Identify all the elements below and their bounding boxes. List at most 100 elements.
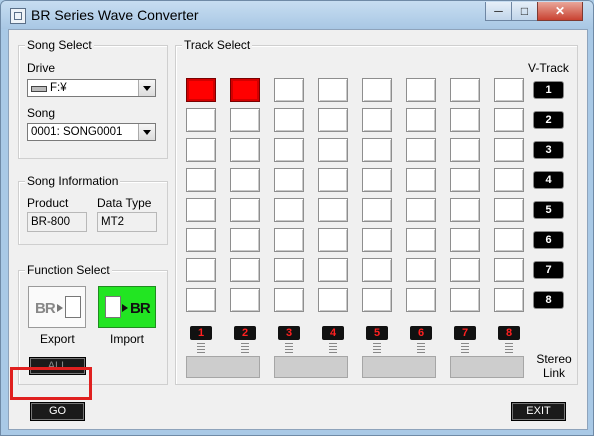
track-cell[interactable] (450, 228, 480, 252)
track-cell[interactable] (494, 168, 524, 192)
track-cell[interactable] (230, 168, 260, 192)
close-button[interactable]: ✕ (537, 2, 583, 21)
product-label: Product (27, 196, 69, 210)
stereo-link-label: Stereo Link (536, 352, 572, 380)
track-cell[interactable] (274, 138, 304, 162)
app-icon (10, 8, 26, 24)
track-cell[interactable] (230, 198, 260, 222)
link-tick (505, 349, 513, 350)
chevron-down-icon[interactable] (138, 80, 155, 96)
track-cell[interactable] (230, 228, 260, 252)
track-cell[interactable] (186, 78, 216, 102)
track-cell[interactable] (318, 288, 348, 312)
track-cell[interactable] (318, 138, 348, 162)
track-cell[interactable] (494, 228, 524, 252)
track-cell[interactable] (362, 228, 392, 252)
go-button[interactable]: GO (30, 402, 85, 421)
track-cell[interactable] (406, 258, 436, 282)
track-cell[interactable] (494, 108, 524, 132)
track-cell[interactable] (406, 138, 436, 162)
track-cell[interactable] (450, 198, 480, 222)
link-tick (285, 352, 293, 353)
track-cell[interactable] (406, 228, 436, 252)
track-cell[interactable] (362, 168, 392, 192)
track-cell[interactable] (406, 78, 436, 102)
track-cell[interactable] (186, 168, 216, 192)
track-cell[interactable] (494, 78, 524, 102)
link-tick (505, 343, 513, 344)
track-cell[interactable] (494, 138, 524, 162)
drive-select[interactable]: F:¥ (27, 79, 156, 97)
track-cell[interactable] (450, 138, 480, 162)
track-cell[interactable] (274, 228, 304, 252)
chevron-down-icon[interactable] (138, 124, 155, 140)
song-select[interactable]: 0001: SONG0001 (27, 123, 156, 141)
exit-button[interactable]: EXIT (511, 402, 566, 421)
track-cell[interactable] (494, 198, 524, 222)
track-cell[interactable] (230, 108, 260, 132)
track-cell[interactable] (450, 258, 480, 282)
vtrack-number: 8 (534, 292, 563, 308)
stereo-link-toggle[interactable] (362, 356, 436, 378)
track-cell[interactable] (230, 258, 260, 282)
track-cell[interactable] (494, 288, 524, 312)
track-cell[interactable] (186, 258, 216, 282)
track-cell[interactable] (186, 288, 216, 312)
track-cell[interactable] (450, 108, 480, 132)
track-cell[interactable] (494, 258, 524, 282)
track-cell[interactable] (186, 138, 216, 162)
stereo-link-toggle[interactable] (186, 356, 260, 378)
vtrack-number: 6 (534, 232, 563, 248)
track-cell[interactable] (186, 108, 216, 132)
import-button[interactable]: BR (98, 286, 156, 328)
track-cell[interactable] (362, 138, 392, 162)
link-tick (417, 349, 425, 350)
track-cell[interactable] (274, 78, 304, 102)
track-cell[interactable] (274, 258, 304, 282)
track-cell[interactable] (362, 198, 392, 222)
track-cell[interactable] (406, 168, 436, 192)
track-cell[interactable] (274, 168, 304, 192)
track-cell[interactable] (230, 138, 260, 162)
vtrack-label: V-Track (528, 61, 569, 75)
track-cell[interactable] (230, 78, 260, 102)
track-cell[interactable] (406, 108, 436, 132)
link-tick (241, 349, 249, 350)
export-button[interactable]: BR (28, 286, 86, 328)
vtrack-number: 1 (534, 82, 563, 98)
track-cell[interactable] (318, 228, 348, 252)
track-cell[interactable] (318, 168, 348, 192)
minimize-button[interactable]: ─ (485, 2, 512, 21)
track-cell[interactable] (186, 228, 216, 252)
vtrack-number: 4 (534, 172, 563, 188)
track-cell[interactable] (362, 258, 392, 282)
window-title: BR Series Wave Converter (31, 7, 199, 23)
stereo-link-toggle[interactable] (450, 356, 524, 378)
track-cell[interactable] (406, 288, 436, 312)
stereo-link-toggle[interactable] (274, 356, 348, 378)
track-cell[interactable] (230, 288, 260, 312)
track-cell[interactable] (362, 288, 392, 312)
track-cell[interactable] (186, 198, 216, 222)
title-bar[interactable]: BR Series Wave Converter ─ □ ✕ (1, 1, 593, 29)
link-tick (197, 349, 205, 350)
link-tick (241, 343, 249, 344)
track-number: 5 (366, 326, 388, 340)
link-tick (461, 346, 469, 347)
maximize-button[interactable]: □ (511, 2, 538, 21)
track-number: 8 (498, 326, 520, 340)
track-cell[interactable] (406, 198, 436, 222)
track-cell[interactable] (318, 108, 348, 132)
track-cell[interactable] (362, 108, 392, 132)
vtrack-number: 7 (534, 262, 563, 278)
track-cell[interactable] (450, 78, 480, 102)
track-cell[interactable] (362, 78, 392, 102)
track-cell[interactable] (274, 288, 304, 312)
track-cell[interactable] (274, 198, 304, 222)
track-cell[interactable] (274, 108, 304, 132)
track-cell[interactable] (450, 288, 480, 312)
track-cell[interactable] (318, 198, 348, 222)
track-cell[interactable] (450, 168, 480, 192)
track-cell[interactable] (318, 258, 348, 282)
track-cell[interactable] (318, 78, 348, 102)
